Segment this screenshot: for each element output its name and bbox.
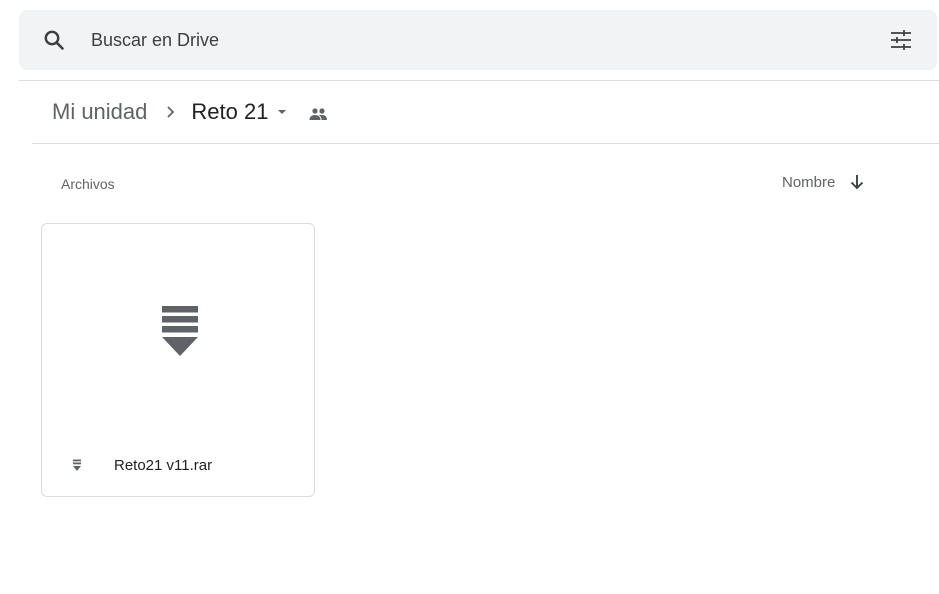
sort-label: Nombre — [782, 173, 836, 191]
caret-down-icon — [278, 110, 287, 114]
file-name: Reto21 v11.rar — [114, 457, 213, 474]
breadcrumb-current-label: Reto 21 — [191, 99, 269, 124]
search-bar — [19, 10, 937, 70]
archive-file-type-icon — [73, 459, 81, 471]
header-divider — [19, 80, 939, 81]
files-section-label: Archivos — [61, 176, 115, 192]
breadcrumb: Mi unidad Reto 21 — [52, 96, 330, 128]
breadcrumb-current-folder[interactable]: Reto 21 — [191, 99, 292, 125]
sort-by-name-button[interactable]: Nombre — [782, 172, 867, 192]
search-options-icon[interactable] — [889, 28, 913, 52]
chevron-right-icon — [167, 106, 175, 118]
breadcrumb-divider — [32, 143, 939, 144]
search-input[interactable] — [91, 24, 851, 56]
arrow-down-icon[interactable] — [847, 172, 867, 192]
drive-page: Mi unidad Reto 21 Archivos Nombre — [0, 0, 939, 594]
shared-folder-icon — [309, 108, 328, 120]
breadcrumb-root[interactable]: Mi unidad — [52, 99, 147, 125]
archive-icon — [162, 306, 198, 356]
file-card[interactable]: Reto21 v11.rar — [41, 223, 315, 497]
search-icon[interactable] — [42, 28, 66, 52]
